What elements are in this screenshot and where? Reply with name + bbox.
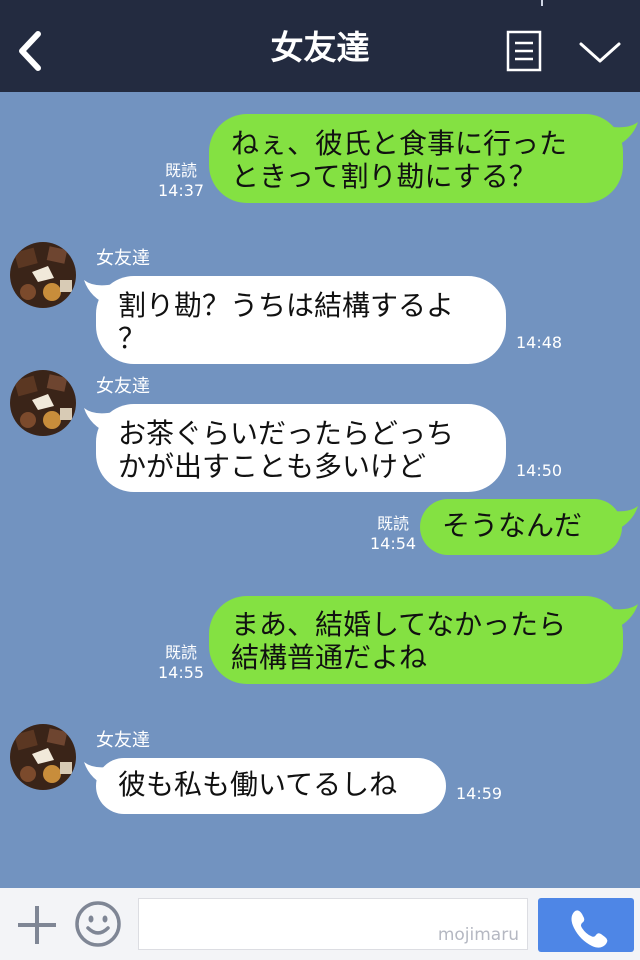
plus-icon [18,906,56,944]
friend-message-bubble[interactable]: 彼も私も働いてるしね [96,758,446,814]
input-bar: mojimaru [0,888,640,960]
message-input[interactable]: mojimaru [138,898,528,950]
watermark-text: mojimaru [437,925,519,945]
bubble-tail [606,604,638,630]
smiley-icon [75,901,121,947]
message-time: 14:48 [516,333,563,352]
back-button[interactable] [14,30,50,72]
status-marker [541,0,543,6]
chevron-left-icon [19,31,41,71]
message-meta: 既読 14:55 [158,643,204,683]
sender-name: 女友達 [96,730,150,751]
message-time: 14:54 [370,534,417,553]
friend-message-bubble[interactable]: お茶ぐらいだったらどっち かが出すことも多いけど [96,404,506,492]
message-text: ねぇ、彼氏と食事に行った ときって割り勘にする？ [231,127,568,193]
message-time: 14:50 [516,461,563,480]
read-receipt: 既読 [165,643,198,662]
message-meta: 既読 14:37 [158,161,204,201]
chevron-down-icon [579,42,621,63]
friend-avatar[interactable] [10,242,76,308]
friend-avatar[interactable] [10,370,76,436]
chocolate-avatar-icon [10,242,76,308]
message-meta: 既読 14:54 [370,514,416,554]
friend-message-bubble[interactable]: 割り勘？うちは結構するよ ？ [96,276,506,364]
menu-button[interactable] [506,30,542,72]
sender-name: 女友達 [96,376,150,397]
my-message-bubble[interactable]: ねぇ、彼氏と食事に行った ときって割り勘にする？ [209,114,623,203]
chat-header: 女友達 [0,0,640,92]
phone-icon [571,910,608,948]
bubble-tail [606,506,638,532]
message-text: まあ、結婚してなかったら 結構普通だよね [231,608,567,674]
bubble-tail [606,122,638,148]
read-receipt: 既読 [377,514,410,533]
read-receipt: 既読 [165,161,198,180]
call-button[interactable] [538,898,634,952]
chocolate-avatar-icon [10,370,76,436]
friend-avatar[interactable] [10,724,76,790]
emoji-button[interactable] [74,900,122,948]
chocolate-avatar-icon [10,724,76,790]
collapse-button[interactable] [578,36,622,68]
menu-icon [506,30,542,72]
message-text: そうなんだ [442,509,583,542]
message-time: 14:37 [158,181,205,200]
message-time: 14:55 [158,663,205,682]
add-button[interactable] [14,902,60,948]
my-message-bubble[interactable]: まあ、結婚してなかったら 結構普通だよね [209,596,623,684]
message-text: 彼も私も働いてるしね [118,768,398,801]
message-text: お茶ぐらいだったらどっち かが出すことも多いけど [118,417,455,483]
my-message-bubble[interactable]: そうなんだ [420,499,622,555]
chat-title: 女友達 [270,28,370,67]
message-text: 割り勘？うちは結構するよ ？ [118,289,455,355]
sender-name: 女友達 [96,248,150,269]
message-time: 14:59 [456,784,503,803]
